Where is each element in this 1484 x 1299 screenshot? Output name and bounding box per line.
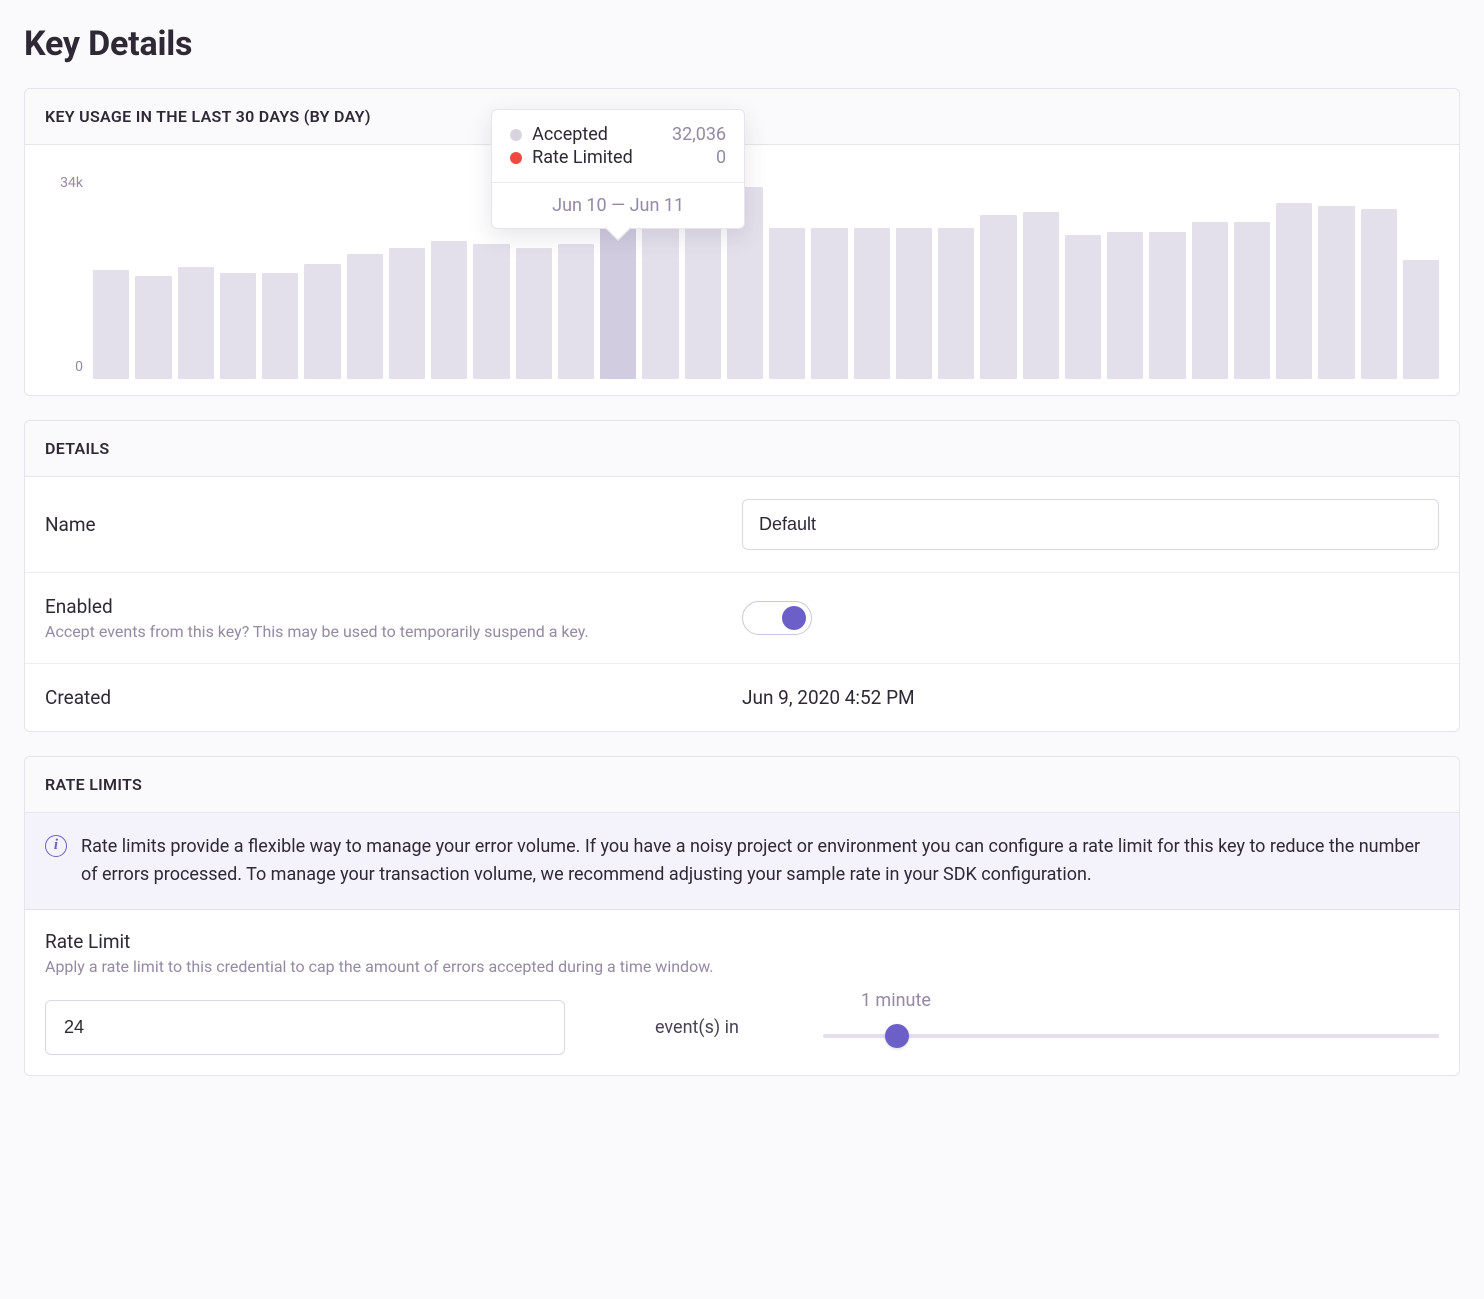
bar[interactable] <box>854 228 890 379</box>
y-axis-max: 34k <box>35 175 83 191</box>
toggle-knob-icon <box>782 606 806 630</box>
tooltip-date-range: Jun 10 — Jun 11 <box>492 182 744 228</box>
bar[interactable] <box>93 270 129 379</box>
bar[interactable] <box>896 228 932 379</box>
bar[interactable] <box>347 254 383 379</box>
bar[interactable] <box>516 248 552 379</box>
bar[interactable] <box>558 244 594 379</box>
bar[interactable] <box>431 241 467 379</box>
created-label: Created <box>45 686 742 709</box>
tooltip-ratelimited-value: 0 <box>716 147 726 168</box>
bar[interactable] <box>1318 206 1354 379</box>
details-panel-header: DETAILS <box>25 421 1459 477</box>
rate-limit-count-input[interactable] <box>45 1000 565 1055</box>
tooltip-dot-accepted-icon <box>510 129 522 141</box>
info-icon: i <box>45 835 67 857</box>
bar[interactable] <box>1403 260 1439 379</box>
rate-limit-section: Rate Limit Apply a rate limit to this cr… <box>25 910 1459 1075</box>
rate-limit-title: Rate Limit <box>45 930 1439 953</box>
tooltip-dot-ratelimited-icon <box>510 152 522 164</box>
bar[interactable] <box>1361 209 1397 379</box>
tooltip-accepted-label: Accepted <box>532 124 662 145</box>
bar[interactable] <box>262 273 298 379</box>
bar[interactable] <box>1065 235 1101 379</box>
enabled-label: Enabled <box>45 595 742 618</box>
enabled-help: Accept events from this key? This may be… <box>45 622 742 641</box>
chart-tooltip: Accepted 32,036 Rate Limited 0 Jun 10 — … <box>491 109 745 229</box>
bar[interactable] <box>1107 232 1143 379</box>
bar[interactable] <box>178 267 214 379</box>
details-panel: DETAILS Name Enabled Accept events from … <box>24 420 1460 732</box>
rate-limits-panel: RATE LIMITS i Rate limits provide a flex… <box>24 756 1460 1076</box>
rate-limits-header: RATE LIMITS <box>25 757 1459 813</box>
slider-track[interactable] <box>823 1034 1439 1038</box>
usage-panel: KEY USAGE IN THE LAST 30 DAYS (BY DAY) 3… <box>24 88 1460 396</box>
y-axis-min: 0 <box>35 359 83 375</box>
page-title: Key Details <box>24 24 1460 64</box>
bar[interactable] <box>220 273 256 379</box>
rate-limit-slider[interactable]: 1 minute <box>823 1016 1439 1038</box>
row-enabled: Enabled Accept events from this key? Thi… <box>25 573 1459 664</box>
bar[interactable] <box>980 215 1016 379</box>
rate-limits-info: i Rate limits provide a flexible way to … <box>25 813 1459 910</box>
usage-chart: 34k 0 Accepted 32,036 Rate Limited 0 Jun… <box>25 145 1459 395</box>
bar[interactable] <box>769 228 805 379</box>
bar[interactable] <box>1234 222 1270 379</box>
rate-limits-info-text: Rate limits provide a flexible way to ma… <box>81 833 1439 889</box>
name-input[interactable] <box>742 499 1439 550</box>
row-name: Name <box>25 477 1459 573</box>
bar[interactable] <box>1192 222 1228 379</box>
slider-thumb[interactable] <box>885 1024 909 1048</box>
bar[interactable] <box>473 244 509 379</box>
rate-limit-unit-label: event(s) in <box>655 1017 739 1038</box>
bar[interactable] <box>811 228 847 379</box>
row-created: Created Jun 9, 2020 4:52 PM <box>25 664 1459 731</box>
bar[interactable] <box>135 276 171 379</box>
bar[interactable] <box>1276 203 1312 379</box>
bar[interactable] <box>389 248 425 379</box>
rate-limit-window-label: 1 minute <box>861 990 931 1011</box>
bars-container <box>93 161 1439 379</box>
rate-limit-help: Apply a rate limit to this credential to… <box>45 957 1439 976</box>
bar[interactable] <box>1149 232 1185 379</box>
name-label: Name <box>45 513 742 536</box>
tooltip-accepted-value: 32,036 <box>672 124 726 145</box>
bar[interactable] <box>1023 212 1059 379</box>
bar[interactable] <box>304 264 340 379</box>
enabled-toggle[interactable] <box>742 601 812 635</box>
bar[interactable] <box>938 228 974 379</box>
tooltip-ratelimited-label: Rate Limited <box>532 147 706 168</box>
created-value: Jun 9, 2020 4:52 PM <box>742 686 1439 709</box>
